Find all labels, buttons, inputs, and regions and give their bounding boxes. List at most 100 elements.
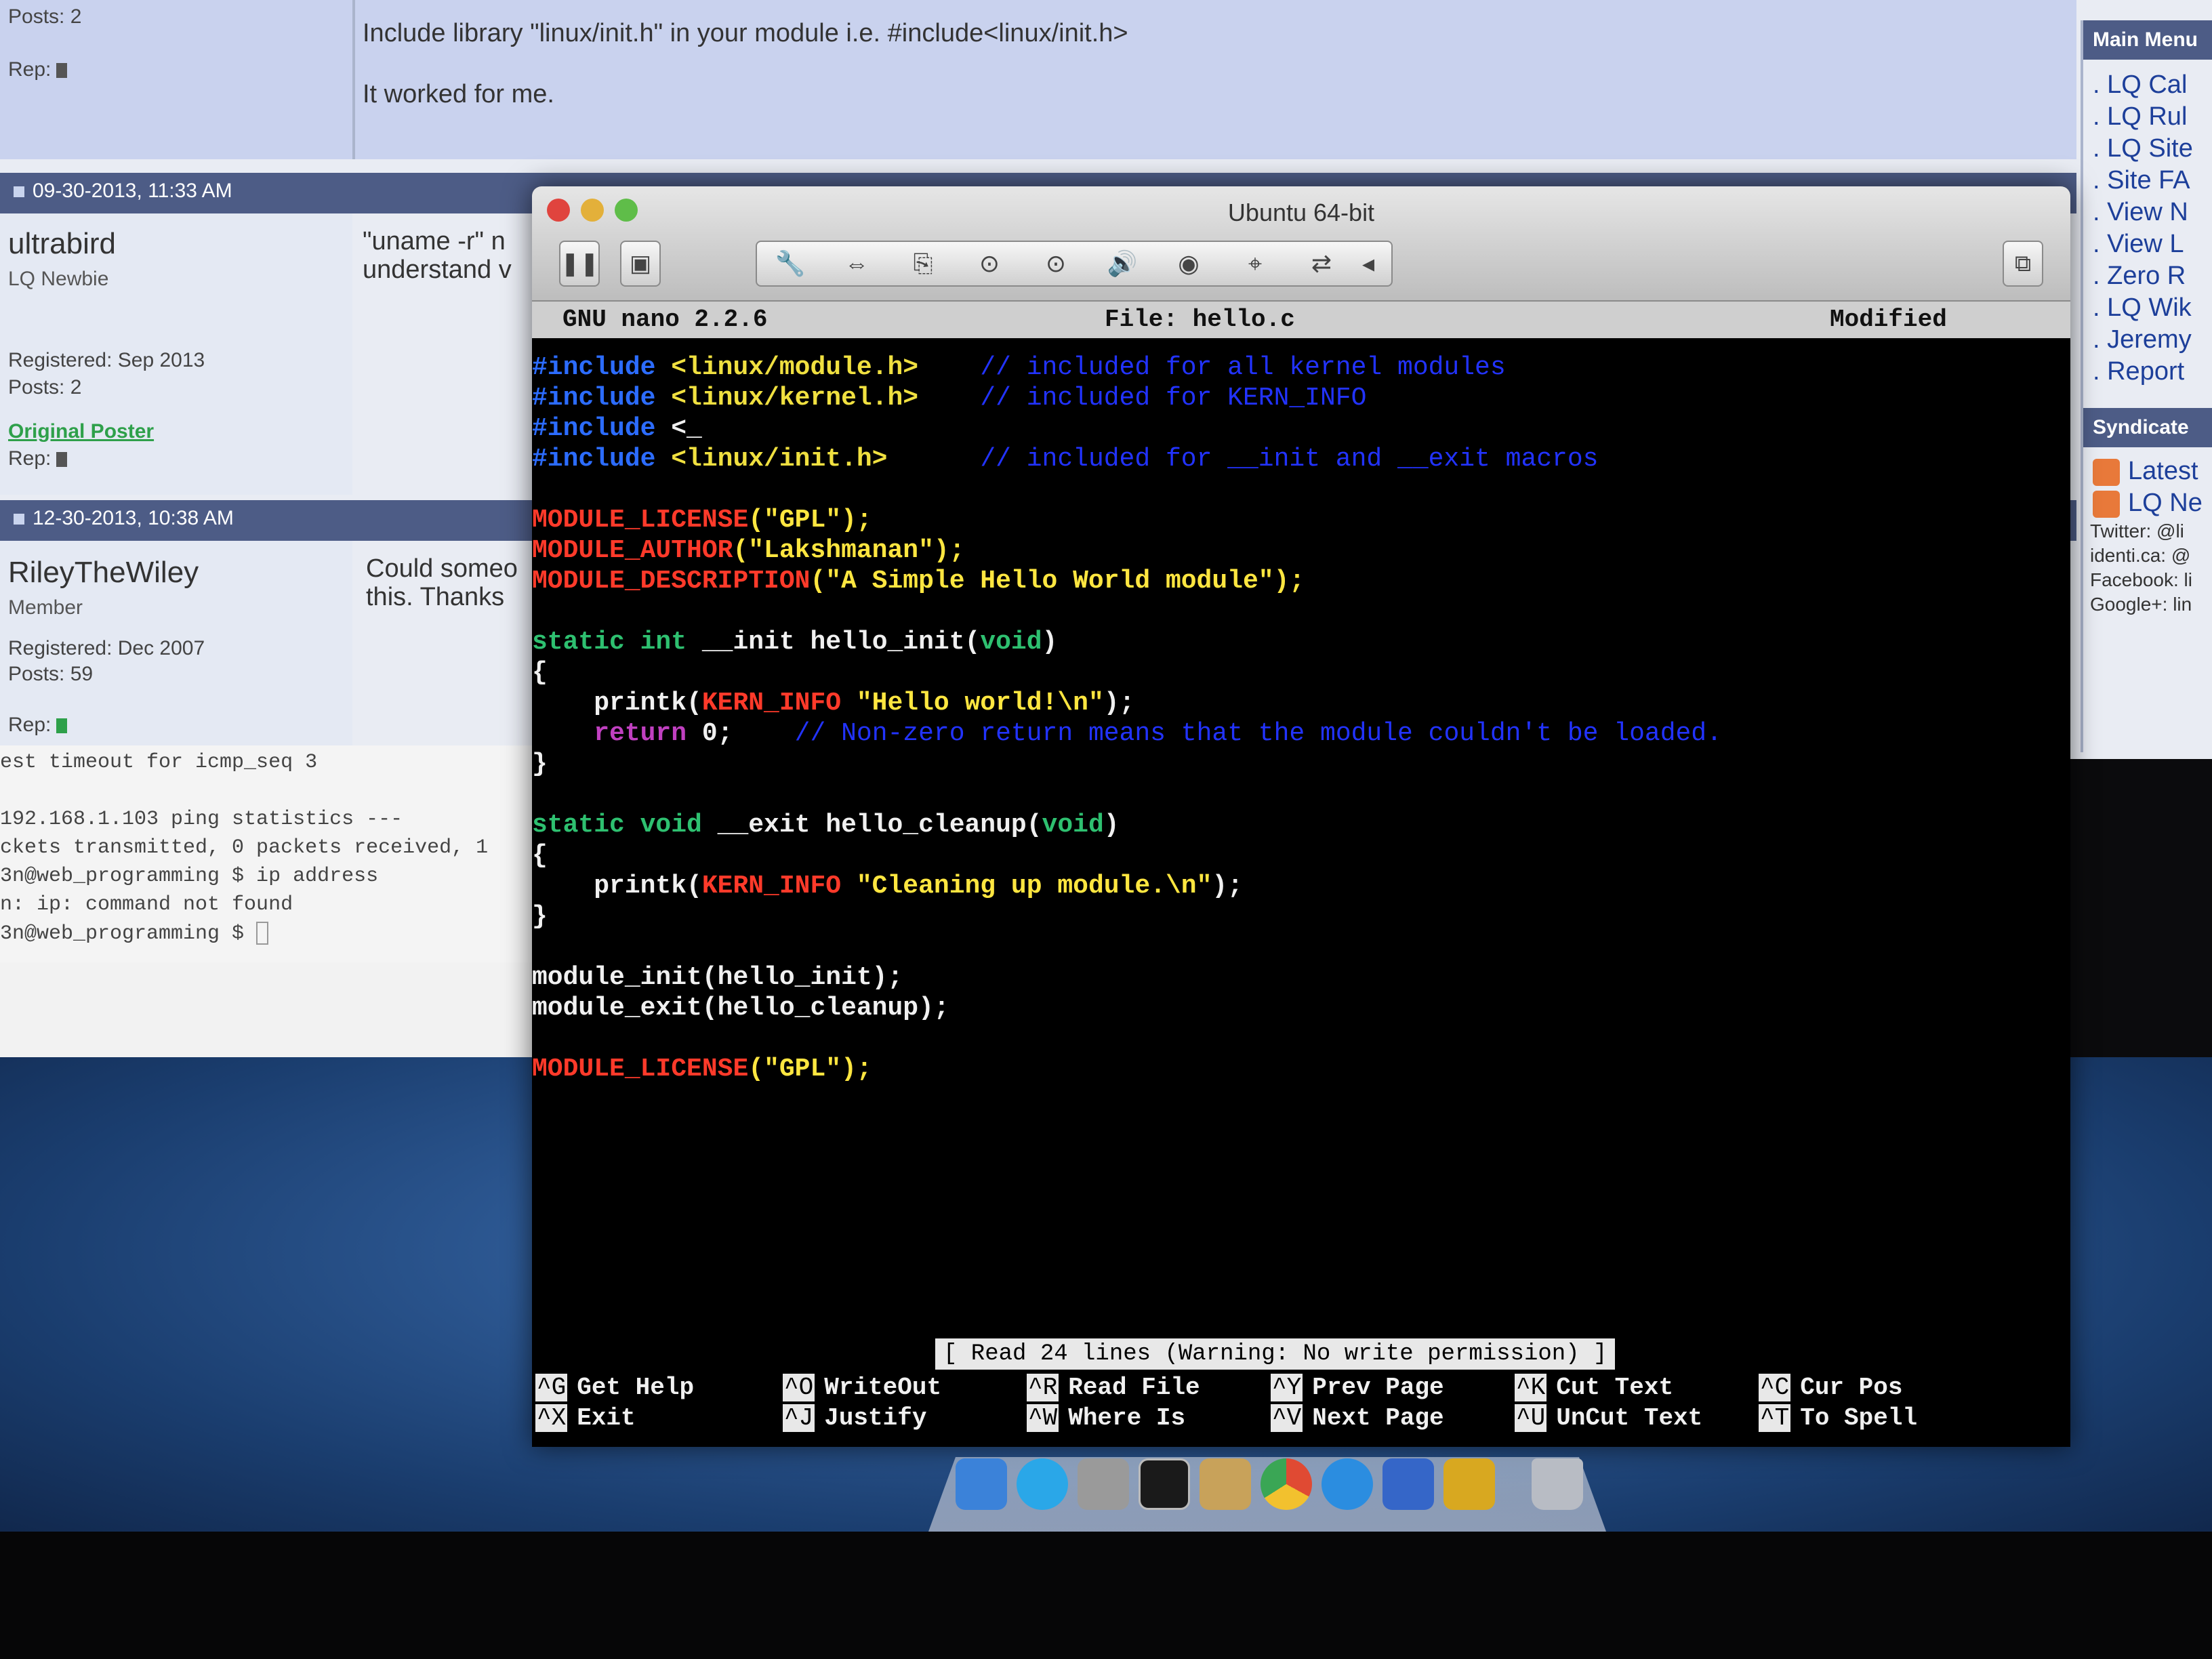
menu-item-view-latest[interactable]: . View L: [2083, 228, 2212, 260]
code-token: <linux/init.h>: [671, 445, 888, 474]
shortcut-read-file[interactable]: ^R Read File: [1027, 1372, 1200, 1403]
menu-item-lq-sitemap[interactable]: . LQ Site: [2083, 133, 2212, 165]
feed-lq-news[interactable]: LQ Ne: [2083, 487, 2212, 519]
nano-title-bar: GNU nano 2.2.6 File: hello.c Modified: [532, 302, 2070, 338]
chevron-left-icon[interactable]: ◂: [1355, 242, 1382, 285]
code-token: ("GPL");: [748, 1054, 872, 1084]
code-token: #include: [532, 384, 672, 413]
sharing-icon[interactable]: ⇄: [1288, 242, 1355, 285]
menu-item-report[interactable]: . Report: [2083, 356, 2212, 388]
forum-sidebar: Main Menu . LQ Cal . LQ Rul . LQ Site . …: [2081, 20, 2212, 752]
feed-label: LQ Ne: [2128, 489, 2203, 517]
code-token: static int: [532, 628, 687, 657]
camera-icon[interactable]: ◉: [1155, 242, 1222, 285]
system-preferences-icon[interactable]: [1078, 1458, 1129, 1510]
code-line: module_init(hello_init);: [532, 963, 903, 992]
settings-wrench-icon[interactable]: 🔧: [757, 242, 823, 285]
cd-drive-icon[interactable]: ⊙: [956, 242, 1023, 285]
terminal-line: 3n@web_programming $ ip address: [0, 865, 379, 888]
sound-icon[interactable]: 🔊: [1089, 242, 1155, 285]
shortcut-label: WriteOut: [824, 1374, 942, 1401]
menu-item-lq-rules[interactable]: . LQ Rul: [2083, 101, 2212, 133]
nano-modified: Modified: [1830, 306, 1947, 333]
nano-editor-buffer[interactable]: #include <linux/module.h> // included fo…: [532, 352, 2070, 1084]
user-posts: Posts: 59: [8, 663, 94, 685]
user-posts: Posts: 2: [8, 5, 82, 28]
code-line: printk(KERN_INFO "Hello world!\n");: [532, 688, 2070, 718]
shortcut-get-help[interactable]: ^G Get Help: [535, 1372, 694, 1403]
code-line: #include <linux/module.h> // included fo…: [532, 352, 2070, 383]
shortcut-justify[interactable]: ^J Justify: [783, 1403, 926, 1433]
menu-item-view-new[interactable]: . View N: [2083, 197, 2212, 228]
terminal-icon[interactable]: [1139, 1458, 1190, 1510]
code-token: MODULE_LICENSE: [532, 1054, 749, 1084]
pause-button[interactable]: ❚❚: [559, 241, 600, 287]
post-text-line1: "uname -r" n: [363, 227, 506, 255]
screen-bezel: [0, 1532, 2212, 1659]
code-token: MODULE_DESCRIPTION: [532, 567, 811, 596]
shortcut-to-spell[interactable]: ^T To Spell: [1759, 1403, 1917, 1433]
username[interactable]: RileyTheWiley: [8, 556, 199, 590]
shortcut-cut-text[interactable]: ^K Cut Text: [1515, 1372, 1673, 1403]
code-token: "Cleaning up module.\n": [841, 872, 1212, 901]
username[interactable]: ultrabird: [8, 227, 116, 261]
menu-item-lq-calendar[interactable]: . LQ Cal: [2083, 69, 2212, 101]
original-poster-badge: Original Poster: [8, 420, 155, 443]
menu-item-lq-wiki[interactable]: . LQ Wik: [2083, 292, 2212, 324]
code-token: ): [1103, 811, 1120, 840]
code-line: MODULE_LICENSE("GPL");: [532, 505, 2070, 535]
chrome-icon[interactable]: [1261, 1458, 1312, 1510]
trash-icon[interactable]: [1532, 1458, 1583, 1510]
preview-icon[interactable]: [1200, 1458, 1251, 1510]
rep-label: Rep:: [8, 714, 52, 736]
background-terminal[interactable]: est timeout for icmp_seq 3 192.168.1.103…: [0, 745, 535, 962]
stickies-icon[interactable]: [1443, 1458, 1495, 1510]
vm-window-title: Ubuntu 64-bit: [1227, 199, 1375, 226]
app-store-icon[interactable]: [1017, 1458, 1068, 1510]
snapshot-button[interactable]: ▣: [620, 241, 661, 287]
shortcut-key: ^O: [783, 1374, 815, 1401]
code-token: "Hello world!\n": [841, 689, 1104, 718]
shortcut-prev-page[interactable]: ^Y Prev Page: [1271, 1372, 1444, 1403]
shortcut-where-is[interactable]: ^W Where Is: [1027, 1403, 1185, 1433]
vm-window: Ubuntu 64-bit ❚❚ ▣ 🔧 ⇔ ⎘ ⊙ ⊙ 🔊 ◉ ⌖ ⇄ ◂ ⧉ GNU nano…: [532, 186, 2070, 1447]
rep-indicator: [56, 63, 68, 79]
post-text-line2: It worked for me.: [363, 80, 554, 108]
code-line: MODULE_AUTHOR("Lakshmanan");: [532, 535, 2070, 566]
vmware-fusion-icon[interactable]: [1382, 1458, 1434, 1510]
itunes-icon[interactable]: [1322, 1458, 1373, 1510]
shortcut-exit[interactable]: ^X Exit: [535, 1403, 636, 1433]
menu-item-zero-reply[interactable]: . Zero R: [2083, 260, 2212, 292]
network-icon[interactable]: ⇔: [823, 242, 890, 285]
shortcut-writeout[interactable]: ^O WriteOut: [783, 1372, 941, 1403]
terminal-line: 192.168.1.103 ping statistics ---: [0, 808, 403, 831]
user-rep: Rep:: [8, 714, 68, 737]
shortcut-uncut-text[interactable]: ^U UnCut Text: [1515, 1403, 1702, 1433]
shortcut-next-page[interactable]: ^V Next Page: [1271, 1403, 1444, 1433]
vm-toolbar-group: 🔧 ⇔ ⎘ ⊙ ⊙ 🔊 ◉ ⌖ ⇄ ◂: [756, 241, 1393, 287]
vm-titlebar[interactable]: Ubuntu 64-bit ❚❚ ▣ 🔧 ⇔ ⎘ ⊙ ⊙ 🔊 ◉ ⌖ ⇄ ◂ ⧉: [532, 186, 2070, 302]
fullscreen-button[interactable]: ⧉: [2003, 241, 2043, 287]
code-line: MODULE_LICENSE("GPL");: [532, 1054, 2070, 1084]
social-twitter[interactable]: Twitter: @li: [2083, 519, 2212, 544]
menu-item-jeremy[interactable]: . Jeremy: [2083, 324, 2212, 356]
code-token: printk(: [532, 872, 702, 901]
code-line: {: [532, 841, 548, 870]
finder-icon[interactable]: [956, 1458, 1007, 1510]
code-token: #include: [532, 414, 672, 443]
feed-latest[interactable]: Latest: [2083, 455, 2212, 487]
disk-icon[interactable]: ⎘: [890, 242, 956, 285]
menu-item-site-faq[interactable]: . Site FA: [2083, 165, 2212, 197]
shortcut-key: ^T: [1759, 1404, 1791, 1432]
social-identica[interactable]: identi.ca: @: [2083, 544, 2212, 568]
social-googleplus[interactable]: Google+: lin: [2083, 592, 2212, 617]
cd-drive-2-icon[interactable]: ⊙: [1023, 242, 1089, 285]
code-token: );: [1212, 872, 1243, 901]
shortcut-key: ^K: [1515, 1374, 1547, 1401]
nano-version: GNU nano 2.2.6: [562, 306, 768, 333]
shortcut-key: ^W: [1027, 1404, 1059, 1432]
social-facebook[interactable]: Facebook: li: [2083, 568, 2212, 592]
usb-icon[interactable]: ⌖: [1222, 242, 1288, 285]
shortcut-cur-pos[interactable]: ^C Cur Pos: [1759, 1372, 1902, 1403]
user-rep: Rep:: [8, 58, 68, 81]
